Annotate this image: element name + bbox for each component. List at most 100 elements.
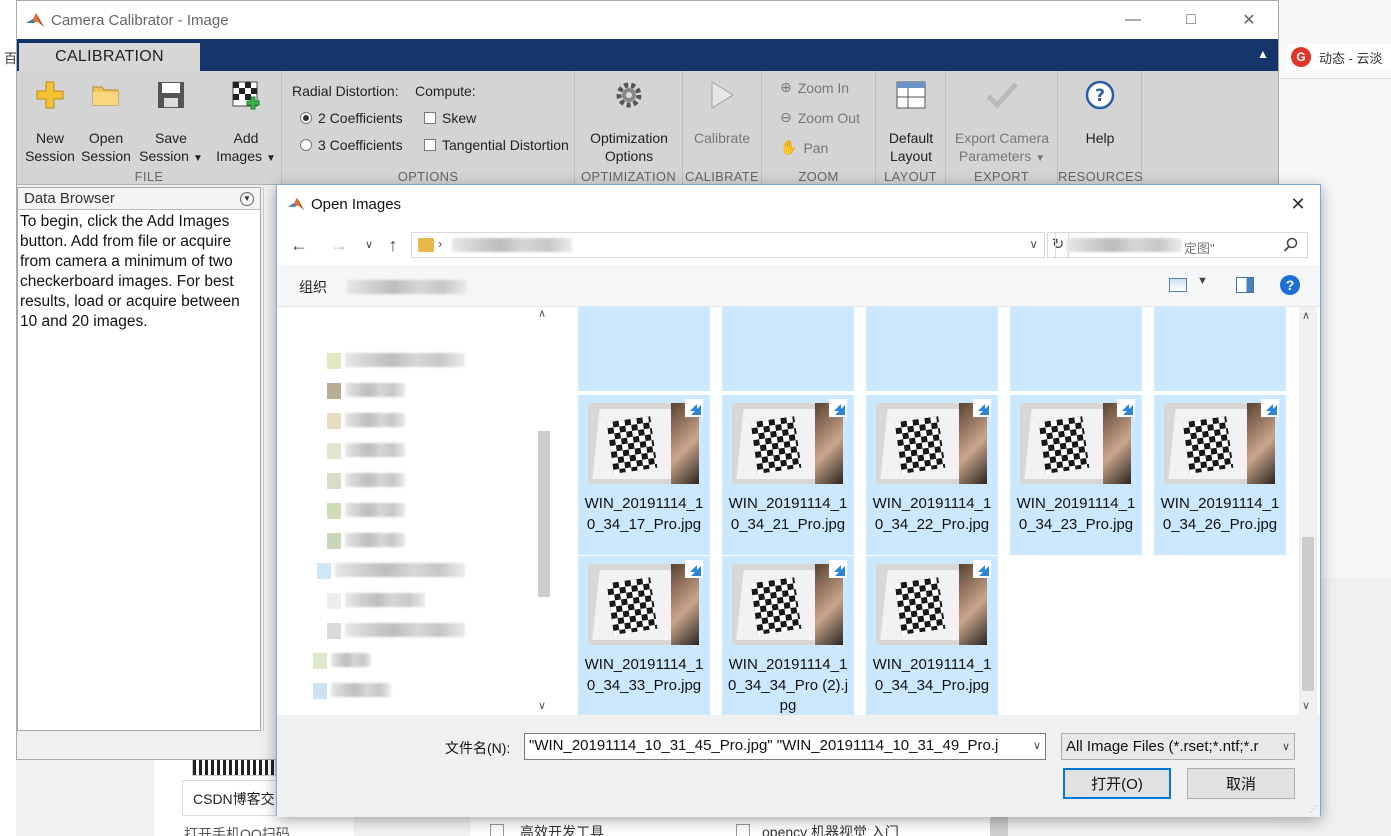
maximize-button[interactable]: □ bbox=[1162, 1, 1220, 39]
optimization-options-button[interactable]: Optimization Options bbox=[583, 77, 675, 165]
up-arrow-icon[interactable]: ↑ bbox=[383, 235, 403, 255]
file-tile[interactable]: WIN_20191114_10_34_26_Pro.jpg bbox=[1154, 395, 1286, 555]
scroll-thumb[interactable] bbox=[1302, 537, 1314, 691]
section-label-calibrate: CALIBRATE bbox=[685, 169, 759, 184]
lower-item-2[interactable]: opencv 机器视觉 入门 bbox=[762, 822, 899, 836]
folder-icon bbox=[327, 593, 341, 609]
dialog-title: Open Images bbox=[311, 195, 402, 213]
file-tile[interactable]: WIN_20191114_10_34_22_Pro.jpg bbox=[866, 395, 998, 555]
matlab-logo-icon bbox=[287, 197, 305, 211]
add-images-button[interactable]: Add Images ▼ bbox=[213, 77, 279, 168]
change-view-icon[interactable] bbox=[1169, 278, 1187, 292]
file-tile[interactable]: WIN_20191114_10_34_02_Pro.jpg bbox=[722, 307, 854, 391]
section-label-optimization: OPTIMIZATION bbox=[580, 169, 677, 184]
calibrate-button[interactable]: Calibrate bbox=[689, 77, 755, 147]
tab-calibration[interactable]: CALIBRATION bbox=[19, 43, 200, 71]
file-name-dropdown-icon[interactable]: ∨ bbox=[1032, 739, 1041, 752]
collapse-ribbon-icon[interactable]: ▲ bbox=[1256, 47, 1270, 61]
help-icon[interactable]: ? bbox=[1280, 275, 1300, 295]
coef3-label: 3 Coefficients bbox=[318, 137, 403, 153]
file-tile[interactable]: WIN_20191114_10_34_12_Pro.jpg bbox=[1010, 307, 1142, 391]
open-button[interactable]: 打开(O) bbox=[1063, 768, 1171, 799]
file-name: WIN_20191114_10_34_22_Pro.jpg bbox=[872, 495, 992, 533]
scroll-down-icon[interactable]: ∨ bbox=[1302, 699, 1310, 712]
file-tile[interactable]: WIN_20191114_10_33_57_Pro.jpg bbox=[578, 307, 710, 391]
folder-icon bbox=[327, 533, 341, 549]
blurred-folder-name bbox=[345, 623, 465, 637]
file-tile[interactable]: WIN_20191114_10_34_34_Pro.jpg bbox=[866, 556, 998, 715]
scroll-down-icon[interactable]: ∨ bbox=[538, 699, 546, 712]
cancel-button[interactable]: 取消 bbox=[1187, 768, 1295, 799]
csdn-button[interactable]: CSDN博客交 bbox=[182, 780, 282, 816]
export-camera-parameters-button[interactable]: Export Camera Parameters ▼ bbox=[950, 77, 1054, 168]
close-button[interactable]: ✕ bbox=[1220, 1, 1278, 39]
zoom-in-button[interactable]: ⊕ Zoom In bbox=[780, 79, 849, 96]
search-input[interactable]: 定图" bbox=[1055, 232, 1308, 258]
scroll-thumb[interactable] bbox=[538, 431, 550, 597]
zoom-in-label: Zoom In bbox=[797, 79, 850, 96]
address-bar[interactable]: › ∨ bbox=[411, 232, 1045, 258]
organize-menu[interactable]: 组织 bbox=[299, 277, 327, 297]
checkbox[interactable] bbox=[490, 824, 504, 836]
play-icon bbox=[705, 77, 739, 113]
radio-selected-icon bbox=[300, 112, 312, 124]
ribbon-tabstrip: CALIBRATION ▲ bbox=[17, 39, 1278, 71]
navigation-scrollbar[interactable]: ∧ ∨ bbox=[535, 307, 553, 715]
folder-icon bbox=[327, 353, 341, 369]
save-session-button[interactable]: Save Session ▼ bbox=[139, 77, 203, 168]
address-dropdown-icon[interactable]: ∨ bbox=[1029, 237, 1038, 251]
folder-icon bbox=[89, 77, 123, 113]
zoom-out-button[interactable]: ⊖ Zoom Out bbox=[780, 109, 860, 126]
file-tile[interactable]: WIN_20191114_10_34_14_Pro.jpg bbox=[1154, 307, 1286, 391]
new-session-button[interactable]: New Session bbox=[25, 77, 75, 165]
image-thumbnail bbox=[1164, 403, 1275, 484]
file-scrollbar[interactable]: ∧ ∨ bbox=[1299, 307, 1317, 715]
file-name-label: 文件名(N): bbox=[445, 740, 511, 756]
file-tile[interactable]: WIN_20191114_10_34_17_Pro.jpg bbox=[578, 395, 710, 555]
help-button[interactable]: ? Help bbox=[1068, 77, 1132, 147]
blurred-folder-name bbox=[345, 443, 405, 457]
lower-item-1[interactable]: 高效开发工具 bbox=[520, 822, 604, 836]
new-session-label-1: New bbox=[35, 130, 64, 146]
file-tile[interactable]: WIN_20191114_10_34_21_Pro.jpg bbox=[722, 395, 854, 555]
scroll-up-icon[interactable]: ∧ bbox=[538, 307, 546, 320]
optimization-label-2: Options bbox=[604, 148, 654, 164]
folder-icon bbox=[313, 653, 327, 669]
export-label-2: Parameters bbox=[958, 148, 1032, 164]
dialog-close-button[interactable]: ✕ bbox=[1284, 193, 1312, 215]
radio-3-coefficients[interactable]: 3 Coefficients bbox=[300, 137, 403, 153]
shortcut-arrow-icon bbox=[973, 399, 991, 417]
panel-menu-icon[interactable]: ▼ bbox=[240, 191, 254, 206]
skew-checkbox[interactable]: Skew bbox=[424, 110, 476, 126]
file-name-input[interactable]: "WIN_20191114_10_31_45_Pro.jpg" "WIN_201… bbox=[524, 733, 1046, 760]
radial-distortion-label: Radial Distortion: bbox=[292, 83, 399, 99]
radio-2-coefficients[interactable]: 2 Coefficients bbox=[300, 110, 403, 126]
back-arrow-icon[interactable]: ← bbox=[289, 235, 309, 255]
panel-splitter[interactable] bbox=[263, 187, 275, 731]
tangential-distortion-checkbox[interactable]: Tangential Distortion bbox=[424, 137, 569, 153]
minimize-button[interactable]: — bbox=[1104, 1, 1162, 39]
section-label-options: OPTIONS bbox=[397, 169, 459, 184]
checkbox[interactable] bbox=[736, 824, 750, 836]
file-name: WIN_20191114_10_34_23_Pro.jpg bbox=[1016, 495, 1136, 533]
scroll-up-icon[interactable]: ∧ bbox=[1302, 309, 1310, 322]
file-tile[interactable]: WIN_20191114_10_34_23_Pro.jpg bbox=[1010, 395, 1142, 555]
view-dropdown-icon[interactable]: ▼ bbox=[1197, 275, 1208, 287]
file-tile[interactable]: WIN_20191114_10_34_33_Pro.jpg bbox=[578, 556, 710, 715]
blurred-folder-name bbox=[331, 653, 371, 667]
file-type-filter[interactable]: All Image Files (*.rset;*.ntf;*.r ∨ bbox=[1061, 733, 1295, 760]
pan-button[interactable]: ✋ Pan bbox=[780, 139, 828, 156]
shortcut-arrow-icon bbox=[1261, 399, 1279, 417]
file-tile[interactable]: WIN_20191114_10_34_34_Pro (2).jpg bbox=[722, 556, 854, 715]
open-images-dialog: Open Images ✕ ← → ∨ ↑ › ∨ ↻ 定图" 组织 ▼ ? ∧… bbox=[276, 184, 1321, 817]
open-session-button[interactable]: Open Session bbox=[81, 77, 131, 165]
default-layout-button[interactable]: Default Layout bbox=[880, 77, 942, 165]
navigation-pane[interactable] bbox=[277, 307, 555, 715]
preview-pane-icon[interactable] bbox=[1236, 277, 1254, 293]
forward-arrow-icon[interactable]: → bbox=[329, 235, 349, 255]
file-tile[interactable]: WIN_20191114_10_34_09_Pro.jpg bbox=[866, 307, 998, 391]
background-tab[interactable]: G 动态 - 云淡 bbox=[1287, 44, 1391, 70]
section-optimization: Optimization Options OPTIMIZATION bbox=[575, 71, 683, 185]
recent-locations-chevron-icon[interactable]: ∨ bbox=[359, 235, 379, 255]
resize-grip-icon[interactable]: ⋰ bbox=[1309, 804, 1318, 815]
